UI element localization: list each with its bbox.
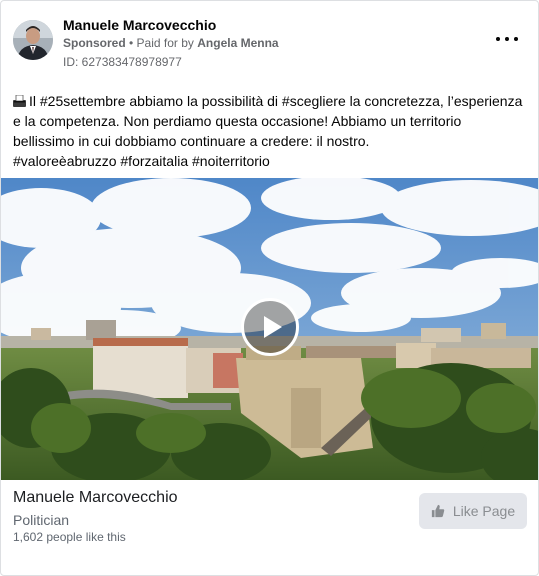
ballot-box-emoji-icon [13,92,26,107]
play-icon [264,316,282,338]
more-options-icon [496,37,500,41]
footer-page-likes: 1,602 people like this [13,530,126,544]
separator: • [125,36,137,50]
paid-for-prefix: Paid for by [136,36,198,50]
post-text-line: e la competenza. Non perdiamo questa occ… [13,113,462,129]
ad-id: ID: 627383478978977 [63,55,182,69]
avatar[interactable] [13,20,53,60]
footer-page-name[interactable]: Manuele Marcovecchio [13,489,178,507]
video-thumbnail[interactable] [1,178,538,480]
post-header: Manuele Marcovecchio Sponsored • Paid fo… [13,15,526,71]
post-text-line: Il #25settembre abbiamo la possibilità d… [13,91,533,111]
post-text-line: bellissimo in cui dobbiamo continuare a … [13,133,370,149]
play-button[interactable] [241,298,299,356]
paid-for-name: Angela Menna [197,36,279,50]
post-text: Il #25settembre abbiamo la possibilità d… [13,91,533,171]
post-text-hashtags: #valoreèabruzzo #forzaitalia #noiterrito… [13,153,270,169]
author-name[interactable]: Manuele Marcovecchio [63,17,216,33]
page-footer: Manuele Marcovecchio Politician 1,602 pe… [1,480,538,575]
ad-card: Manuele Marcovecchio Sponsored • Paid fo… [0,0,539,576]
sponsored-label: Sponsored [63,36,126,50]
thumbs-up-icon [431,504,445,518]
sponsor-line: Sponsored • Paid for by Angela Menna [63,36,279,50]
more-options-button[interactable] [496,33,518,45]
like-page-button[interactable]: Like Page [419,493,527,529]
more-options-icon-dot [505,37,509,41]
more-options-icon-dot [514,37,518,41]
footer-page-category: Politician [13,512,70,528]
like-page-label: Like Page [452,503,516,519]
